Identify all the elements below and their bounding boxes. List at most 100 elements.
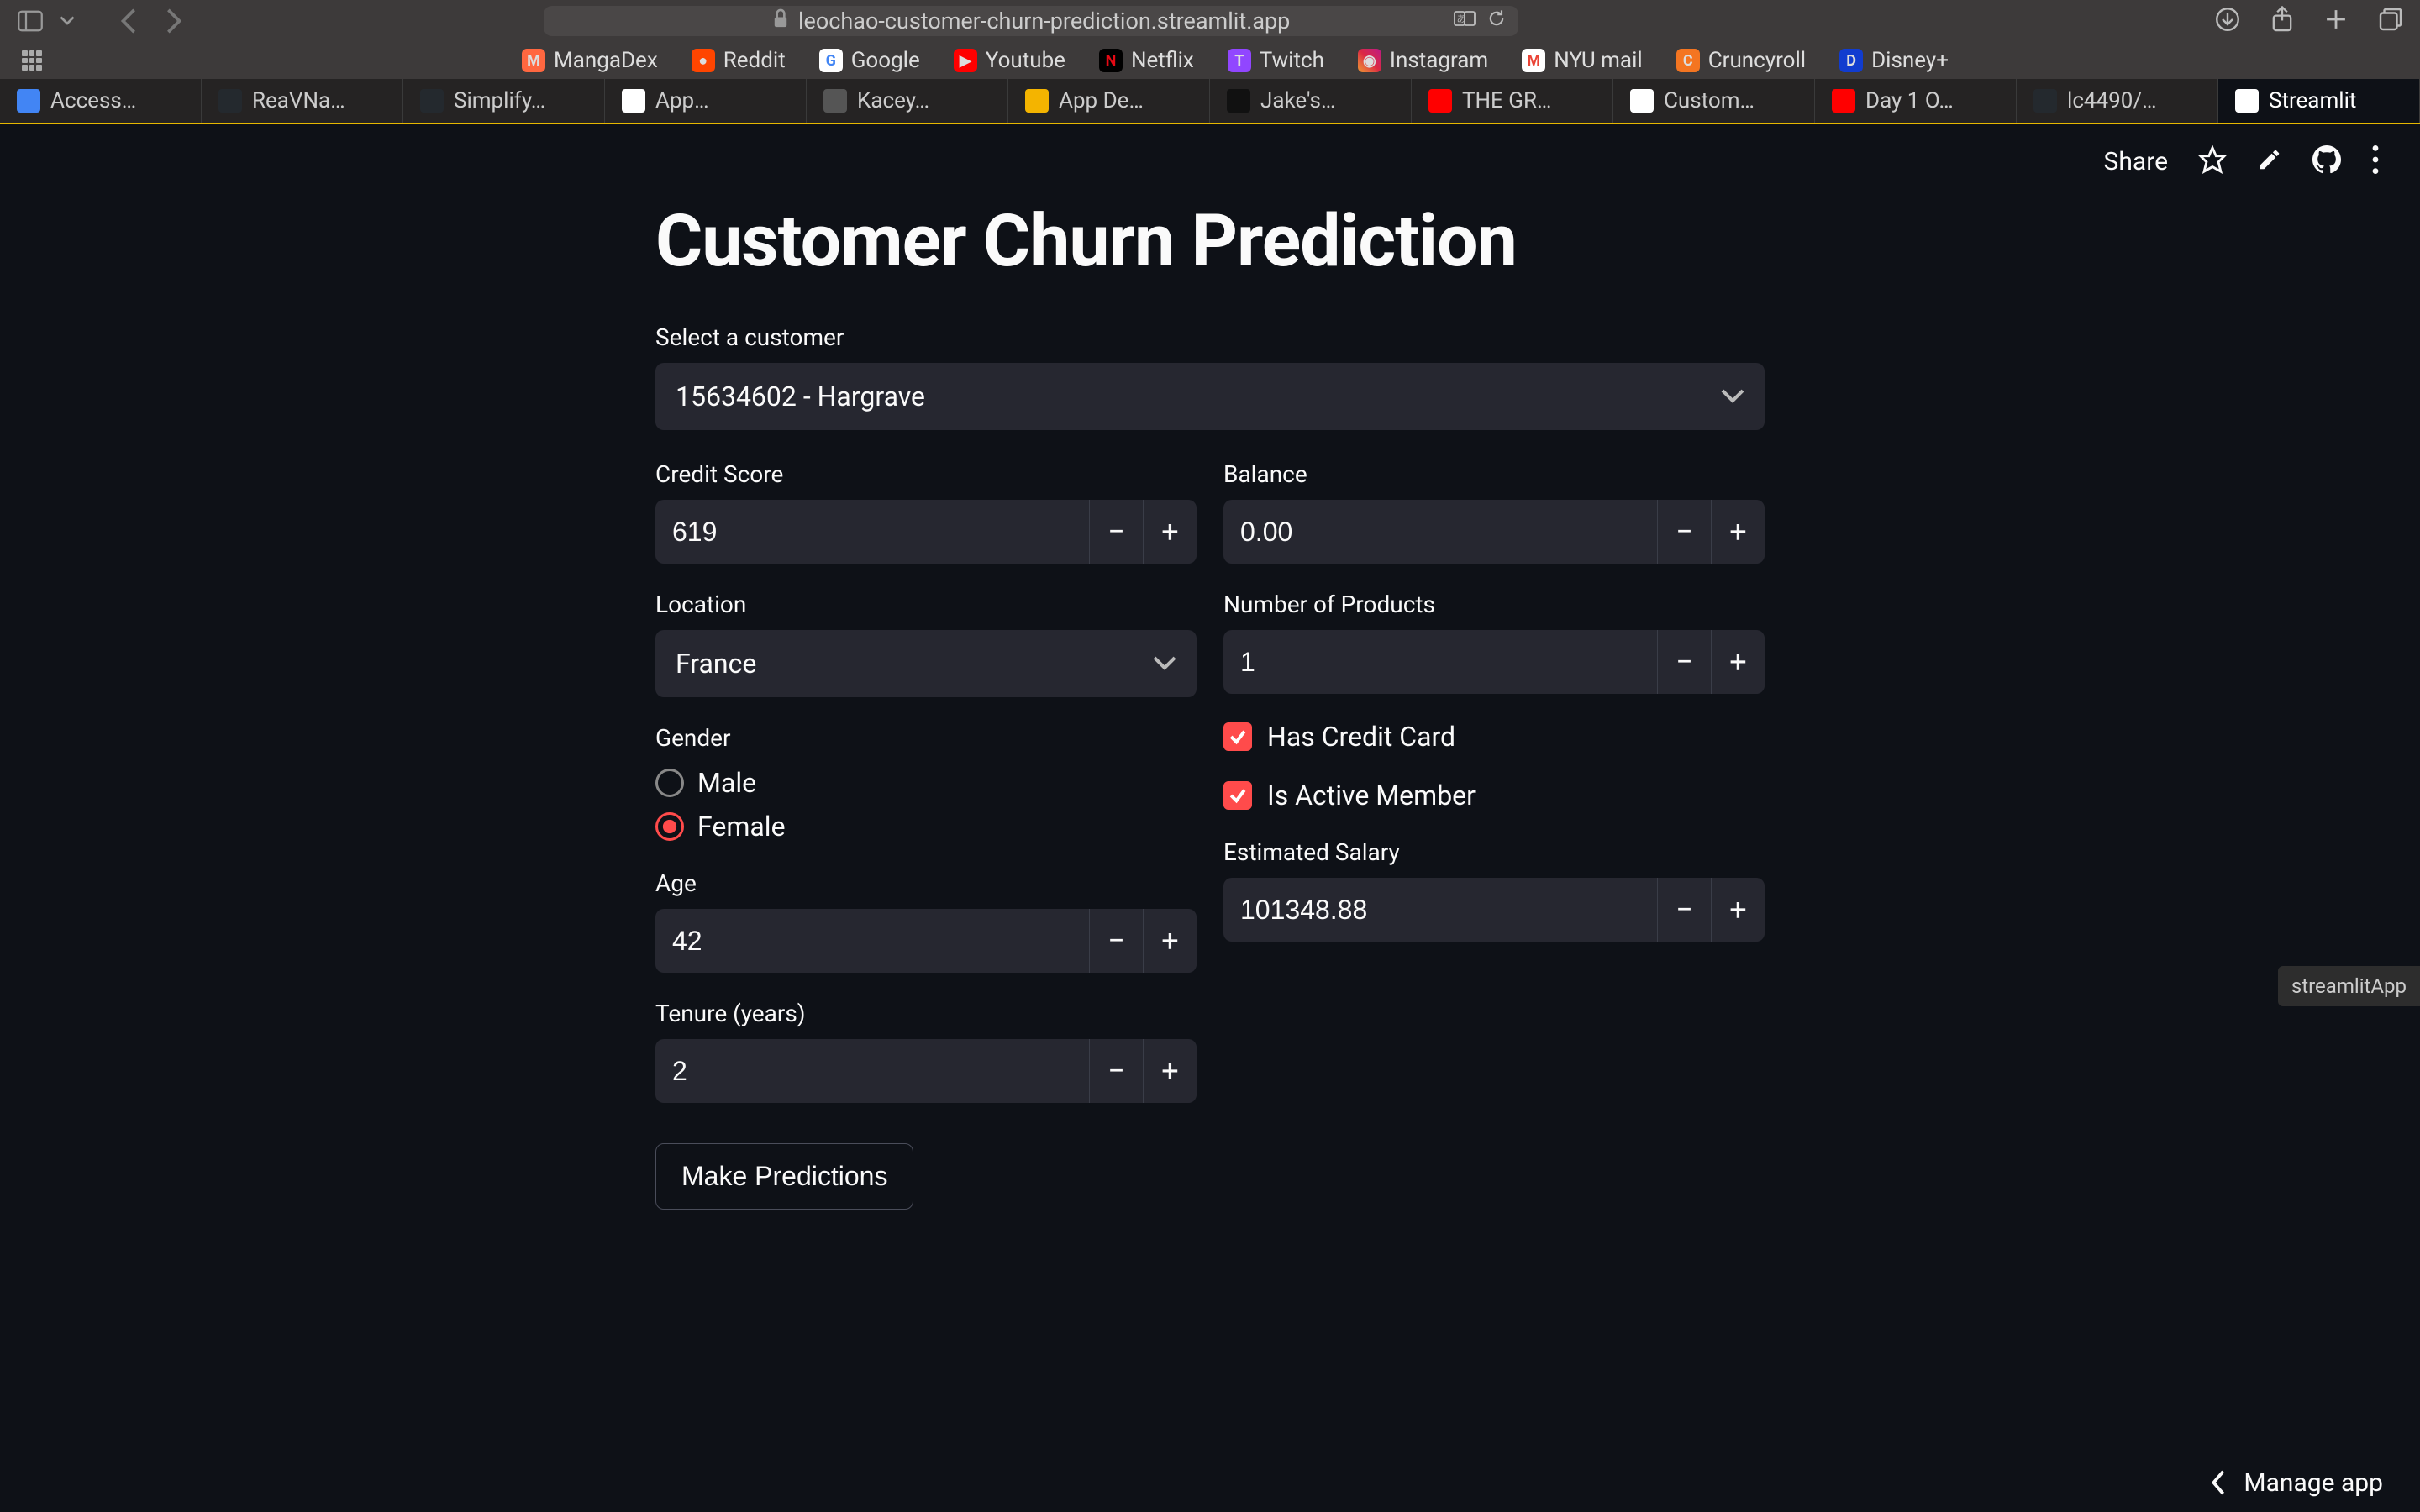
svg-text:あ: あ	[1456, 13, 1465, 24]
tabs-bar: Access… ReaVNa… Simplify… App… Kacey… Ap…	[0, 79, 2420, 124]
app-header: Share	[0, 124, 2420, 198]
credit-score-input: − +	[655, 500, 1197, 564]
sidebar-toggle-icon[interactable]	[17, 8, 44, 34]
bookmark-mangadex[interactable]: MMangaDex	[522, 48, 658, 73]
address-bar[interactable]: leochao-customer-churn-prediction.stream…	[544, 6, 1518, 36]
bookmark-instagram[interactable]: ◉Instagram	[1358, 48, 1488, 73]
tab-jakes[interactable]: Jake's…	[1210, 79, 1412, 123]
tenure-minus[interactable]: −	[1089, 1039, 1143, 1103]
num-products-label: Number of Products	[1223, 591, 1765, 618]
is-active-checkbox[interactable]: Is Active Member	[1223, 780, 1765, 811]
forward-button[interactable]	[160, 8, 187, 34]
gender-female-radio[interactable]: Female	[655, 811, 1197, 843]
new-tab-icon[interactable]	[2324, 8, 2348, 34]
github-icon[interactable]	[2312, 145, 2341, 177]
edit-icon[interactable]	[2257, 147, 2282, 176]
menu-icon[interactable]	[2371, 145, 2380, 177]
chevron-left-icon[interactable]	[2210, 1470, 2227, 1495]
bookmark-disney[interactable]: DDisney+	[1839, 48, 1949, 73]
location-label: Location	[655, 591, 1197, 618]
bookmark-netflix[interactable]: NNetflix	[1099, 48, 1194, 73]
location-select[interactable]: France	[655, 630, 1197, 697]
balance-minus[interactable]: −	[1657, 500, 1711, 564]
lock-icon	[771, 8, 790, 35]
salary-field[interactable]	[1223, 895, 1657, 926]
chevron-down-icon	[1721, 389, 1744, 404]
main-content: Customer Churn Prediction Select a custo…	[622, 198, 1798, 1210]
salary-minus[interactable]: −	[1657, 878, 1711, 942]
bookmark-crunchyroll[interactable]: CCruncyroll	[1676, 48, 1806, 73]
salary-input: − +	[1223, 878, 1765, 942]
gender-male-radio[interactable]: Male	[655, 767, 1197, 799]
credit-score-minus[interactable]: −	[1089, 500, 1143, 564]
bookmarks-bar: MMangaDex ●Reddit GGoogle ▶Youtube NNetf…	[0, 42, 2420, 79]
age-minus[interactable]: −	[1089, 909, 1143, 973]
tab-access[interactable]: Access…	[0, 79, 202, 123]
predict-button[interactable]: Make Predictions	[655, 1143, 913, 1210]
checkbox-checked-icon	[1223, 722, 1252, 751]
salary-plus[interactable]: +	[1711, 878, 1765, 942]
customer-select[interactable]: 15634602 - Hargrave	[655, 363, 1765, 430]
num-products-field[interactable]	[1223, 647, 1657, 678]
tab-day1[interactable]: Day 1 O…	[1815, 79, 2017, 123]
num-products-input: − +	[1223, 630, 1765, 694]
right-column: Balance − + Number of Products − +	[1223, 460, 1765, 1210]
side-badge: streamlitApp	[2278, 966, 2420, 1006]
age-field[interactable]	[655, 926, 1089, 957]
age-input: − +	[655, 909, 1197, 973]
tab-custom[interactable]: Custom…	[1613, 79, 1815, 123]
page-title: Customer Churn Prediction	[655, 198, 1765, 283]
apps-grid-icon[interactable]	[22, 50, 42, 71]
balance-label: Balance	[1223, 460, 1765, 488]
tab-appde[interactable]: App De…	[1008, 79, 1210, 123]
chevron-down-icon	[1153, 656, 1176, 671]
bookmark-twitch[interactable]: TTwitch	[1228, 48, 1324, 73]
browser-toolbar: leochao-customer-churn-prediction.stream…	[0, 0, 2420, 42]
customer-label: Select a customer	[655, 323, 1765, 351]
credit-score-plus[interactable]: +	[1143, 500, 1197, 564]
translate-icon[interactable]: あ	[1453, 8, 1476, 34]
tab-simplify[interactable]: Simplify…	[403, 79, 605, 123]
chevron-down-icon[interactable]	[54, 8, 81, 34]
star-icon[interactable]	[2198, 145, 2227, 177]
credit-score-field[interactable]	[655, 517, 1089, 548]
tab-reavna[interactable]: ReaVNa…	[202, 79, 403, 123]
balance-input: − +	[1223, 500, 1765, 564]
balance-plus[interactable]: +	[1711, 500, 1765, 564]
has-credit-card-checkbox[interactable]: Has Credit Card	[1223, 721, 1765, 753]
radio-checked-icon	[655, 812, 684, 841]
share-button[interactable]: Share	[2104, 147, 2168, 176]
bookmark-google[interactable]: GGoogle	[819, 48, 920, 73]
age-label: Age	[655, 869, 1197, 897]
download-icon[interactable]	[2215, 7, 2240, 35]
tab-thegr[interactable]: THE GR…	[1412, 79, 1613, 123]
bookmark-youtube[interactable]: ▶Youtube	[954, 48, 1065, 73]
left-column: Credit Score − + Location France Gender	[655, 460, 1197, 1210]
tab-lc4490[interactable]: lc4490/…	[2017, 79, 2218, 123]
manage-app-link[interactable]: Manage app	[2244, 1468, 2383, 1498]
bookmark-reddit[interactable]: ●Reddit	[692, 48, 786, 73]
tab-streamlit[interactable]: Streamlit	[2218, 79, 2420, 123]
radio-icon	[655, 769, 684, 797]
location-value: France	[676, 648, 756, 680]
share-icon[interactable]	[2270, 6, 2294, 36]
age-plus[interactable]: +	[1143, 909, 1197, 973]
tab-app[interactable]: App…	[605, 79, 807, 123]
balance-field[interactable]	[1223, 517, 1657, 548]
tenure-plus[interactable]: +	[1143, 1039, 1197, 1103]
customer-value: 15634602 - Hargrave	[676, 381, 925, 412]
salary-label: Estimated Salary	[1223, 838, 1765, 866]
gender-label: Gender	[655, 724, 1197, 752]
bookmark-nyu-mail[interactable]: MNYU mail	[1522, 48, 1643, 73]
back-button[interactable]	[116, 8, 143, 34]
tabs-overview-icon[interactable]	[2378, 7, 2403, 35]
credit-score-label: Credit Score	[655, 460, 1197, 488]
num-products-plus[interactable]: +	[1711, 630, 1765, 694]
num-products-minus[interactable]: −	[1657, 630, 1711, 694]
tenure-label: Tenure (years)	[655, 1000, 1197, 1027]
reload-icon[interactable]	[1486, 8, 1507, 34]
url-text: leochao-customer-churn-prediction.stream…	[798, 8, 1290, 34]
tab-kacey[interactable]: Kacey…	[807, 79, 1008, 123]
checkbox-checked-icon	[1223, 781, 1252, 810]
tenure-field[interactable]	[655, 1056, 1089, 1087]
